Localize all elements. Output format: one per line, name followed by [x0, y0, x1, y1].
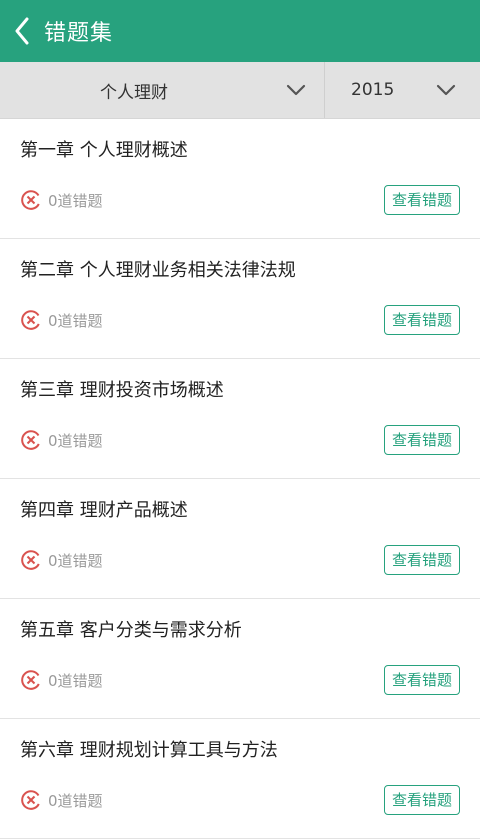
list-item: 第二章 个人理财业务相关法律法规 0道错题 查看错题	[0, 239, 480, 359]
filter-bar: 个人理财 2015	[0, 62, 480, 119]
chapter-title: 第五章 客户分类与需求分析	[20, 620, 242, 641]
app-header: 错题集	[0, 0, 480, 62]
list-item: 第一章 个人理财概述 0道错题 查看错题	[0, 119, 480, 239]
chevron-left-icon	[15, 17, 29, 45]
wrong-count: 0道错题	[48, 311, 103, 330]
x-circle-icon	[20, 429, 42, 451]
x-circle-icon	[20, 669, 42, 691]
view-wrong-button[interactable]: 查看错题	[383, 305, 460, 335]
view-wrong-button[interactable]: 查看错题	[383, 425, 460, 455]
list-item: 第五章 客户分类与需求分析 0道错题 查看错题	[0, 599, 480, 719]
x-circle-icon	[20, 189, 42, 211]
chapter-title: 第二章 个人理财业务相关法律法规	[20, 260, 296, 281]
subject-dropdown[interactable]: 个人理财	[0, 62, 325, 118]
chapter-list: 第一章 个人理财概述 0道错题 查看错题 第二章 个人理财业务相关法律法规 0道…	[0, 119, 480, 839]
view-wrong-button[interactable]: 查看错题	[383, 545, 460, 575]
x-circle-icon	[20, 789, 42, 811]
back-button[interactable]	[0, 0, 44, 62]
list-item: 第六章 理财规划计算工具与方法 0道错题 查看错题	[0, 719, 480, 839]
wrong-count: 0道错题	[48, 551, 103, 570]
chevron-down-icon	[436, 83, 456, 97]
chevron-down-icon	[286, 83, 306, 97]
view-wrong-button[interactable]: 查看错题	[383, 185, 460, 215]
view-wrong-button[interactable]: 查看错题	[383, 665, 460, 695]
wrong-count: 0道错题	[48, 431, 103, 450]
wrong-count: 0道错题	[48, 671, 103, 690]
subject-value: 个人理财	[100, 82, 168, 103]
chapter-title: 第一章 个人理财概述	[20, 140, 188, 161]
chapter-title: 第四章 理财产品概述	[20, 500, 188, 521]
year-value: 2015	[351, 80, 395, 100]
wrong-count: 0道错题	[48, 791, 103, 810]
list-item: 第三章 理财投资市场概述 0道错题 查看错题	[0, 359, 480, 479]
view-wrong-button[interactable]: 查看错题	[383, 785, 460, 815]
list-item: 第四章 理财产品概述 0道错题 查看错题	[0, 479, 480, 599]
x-circle-icon	[20, 549, 42, 571]
x-circle-icon	[20, 309, 42, 331]
chapter-title: 第三章 理财投资市场概述	[20, 380, 224, 401]
year-dropdown[interactable]: 2015	[325, 62, 480, 118]
page-title: 错题集	[44, 21, 114, 46]
chapter-title: 第六章 理财规划计算工具与方法	[20, 740, 278, 761]
wrong-count: 0道错题	[48, 191, 103, 210]
